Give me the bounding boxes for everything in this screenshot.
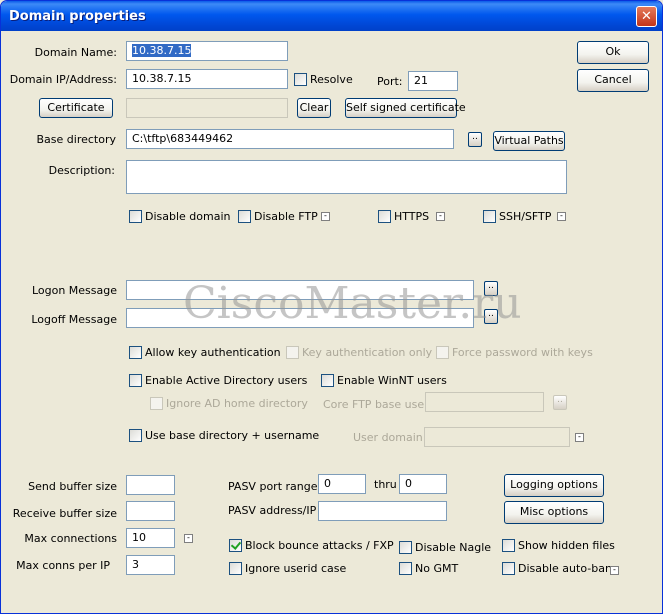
user-domain-expand-icon[interactable]: -	[575, 433, 584, 442]
ignore-ad-home-directory-checkbox: Ignore AD home directory	[150, 397, 308, 410]
logoff-message-label: Logoff Message	[31, 313, 117, 326]
ignore-userid-case-checkbox[interactable]: Ignore userid case	[229, 562, 346, 575]
use-base-directory-username-checkbox[interactable]: Use base directory + username	[129, 429, 319, 442]
domain-name-label: Domain Name:	[34, 46, 117, 59]
max-connections-expand-icon[interactable]: -	[184, 534, 193, 543]
misc-options-button[interactable]: Misc options	[504, 501, 604, 524]
disable-auto-ban-expand-icon[interactable]: -	[610, 566, 619, 575]
core-ftp-base-user-input	[425, 392, 544, 412]
clear-button[interactable]: Clear	[297, 98, 331, 118]
max-conns-per-ip-label: Max conns per IP	[16, 559, 110, 572]
user-domain-label: User domain	[353, 431, 423, 444]
resolve-checkbox[interactable]: Resolve	[294, 73, 353, 86]
base-directory-input[interactable]: C:\tftp\683449462	[126, 129, 454, 149]
disable-auto-ban-checkbox[interactable]: Disable auto-ban	[502, 562, 612, 575]
pasv-port-to-input[interactable]: 0	[399, 474, 447, 494]
block-bounce-attacks-checkbox[interactable]: Block bounce attacks / FXP	[229, 539, 394, 552]
disable-nagle-checkbox[interactable]: Disable Nagle	[399, 541, 491, 554]
browse-logon-message-button[interactable]: ..	[484, 281, 498, 296]
browse-base-user-button: ..	[553, 395, 567, 410]
domain-name-input[interactable]: 10.38.7.15	[126, 41, 288, 61]
receive-buffer-size-label: Receive buffer size	[12, 507, 117, 520]
domain-ip-input[interactable]: 10.38.7.15	[126, 69, 288, 89]
certificate-input	[126, 98, 288, 118]
logon-message-label: Logon Message	[31, 284, 117, 297]
pasv-thru-label: thru	[374, 478, 397, 491]
certificate-button[interactable]: Certificate	[39, 98, 113, 118]
close-icon: ✕	[641, 9, 652, 24]
ssh-sftp-checkbox[interactable]: SSH/SFTP	[483, 210, 551, 223]
ssh-sftp-expand-icon[interactable]: -	[557, 212, 566, 221]
key-authentication-only-checkbox: Key authentication only	[286, 346, 432, 359]
window-title: Domain properties	[9, 9, 146, 24]
browse-logoff-message-button[interactable]: ..	[484, 309, 498, 324]
domain-ip-label: Domain IP/Address:	[9, 73, 117, 86]
disable-domain-checkbox[interactable]: Disable domain	[129, 210, 231, 223]
disable-ftp-checkbox[interactable]: Disable FTP	[238, 210, 318, 223]
allow-key-authentication-checkbox[interactable]: Allow key authentication	[129, 346, 281, 359]
enable-winnt-users-checkbox[interactable]: Enable WinNT users	[321, 374, 447, 387]
self-signed-certificate-button[interactable]: Self signed certificate	[345, 98, 466, 118]
max-conns-per-ip-input[interactable]: 3	[126, 555, 175, 575]
cancel-button[interactable]: Cancel	[577, 69, 649, 92]
pasv-address-label: PASV address/IP	[228, 504, 317, 517]
close-button[interactable]: ✕	[636, 6, 657, 27]
send-buffer-size-input[interactable]	[126, 475, 175, 495]
browse-base-directory-button[interactable]: ..	[468, 132, 482, 147]
force-password-with-keys-checkbox: Force password with keys	[436, 346, 593, 359]
max-connections-input[interactable]: 10	[126, 528, 175, 548]
pasv-port-from-input[interactable]: 0	[318, 474, 366, 494]
no-gmt-checkbox[interactable]: No GMT	[399, 562, 458, 575]
description-label: Description:	[48, 164, 115, 177]
send-buffer-size-label: Send buffer size	[28, 480, 117, 493]
show-hidden-files-checkbox[interactable]: Show hidden files	[502, 539, 615, 552]
virtual-paths-button[interactable]: Virtual Paths	[493, 131, 565, 151]
ok-button[interactable]: Ok	[577, 41, 649, 64]
disable-ftp-expand-icon[interactable]: -	[321, 212, 330, 221]
logon-message-input[interactable]	[126, 280, 474, 300]
title-bar[interactable]: Domain properties ✕	[1, 1, 662, 31]
receive-buffer-size-input[interactable]	[126, 501, 175, 521]
logoff-message-input[interactable]	[126, 308, 474, 328]
base-directory-label: Base directory	[36, 133, 117, 146]
port-input[interactable]: 21	[408, 71, 458, 91]
pasv-port-range-label: PASV port range	[228, 480, 318, 493]
logging-options-button[interactable]: Logging options	[504, 474, 604, 497]
https-checkbox[interactable]: HTTPS	[378, 210, 429, 223]
https-expand-icon[interactable]: -	[436, 212, 445, 221]
description-textarea[interactable]	[126, 160, 567, 194]
core-ftp-base-user-label: Core FTP base user	[323, 398, 429, 411]
dialog-window: Domain properties ✕ Domain Name: 10.38.7…	[0, 0, 663, 614]
pasv-address-input[interactable]	[318, 501, 447, 521]
port-label: Port:	[377, 75, 403, 88]
enable-active-directory-checkbox[interactable]: Enable Active Directory users	[129, 374, 307, 387]
user-domain-input	[424, 427, 570, 447]
max-connections-label: Max connections	[24, 532, 117, 545]
